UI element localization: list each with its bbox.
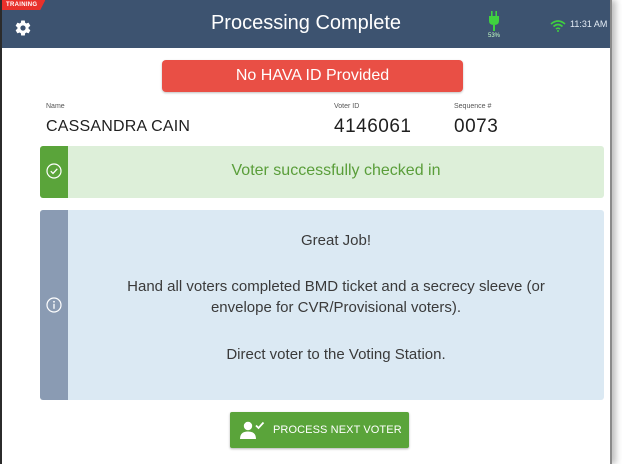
voter-id-label: Voter ID	[334, 103, 360, 110]
name-label: Name	[46, 103, 65, 110]
info-circle-icon	[46, 297, 62, 313]
info-message-card: Great Job! Hand all voters completed BMD…	[40, 210, 604, 400]
success-message: Voter successfully checked in	[231, 162, 441, 179]
hava-id-alert: No HAVA ID Provided	[162, 60, 463, 92]
battery-percent: 53%	[487, 33, 500, 39]
wifi-icon	[550, 19, 566, 32]
page-title: Processing Complete	[210, 12, 402, 34]
success-stripe	[40, 146, 68, 198]
success-message-card: Voter successfully checked in	[40, 146, 604, 198]
info-instruction-line-1: Hand all voters completed BMD ticket and…	[127, 278, 545, 295]
top-bar: TRAINING Processing Complete 53% 11:31 A…	[2, 0, 610, 48]
info-instruction-line-3: Direct voter to the Voting Station.	[226, 346, 446, 363]
info-heading: Great Job!	[300, 232, 372, 249]
app-window: TRAINING Processing Complete 53% 11:31 A…	[0, 0, 612, 464]
training-badge: TRAINING	[2, 0, 46, 10]
process-next-voter-label: PROCESS NEXT VOTER	[273, 424, 402, 436]
sequence-value: 0073	[454, 116, 499, 137]
info-instruction-line-2: envelope for CVR/Provisional voters).	[210, 299, 462, 316]
voter-id-value: 4146061	[334, 116, 412, 137]
battery-plug-icon	[489, 11, 499, 31]
check-circle-icon	[46, 163, 62, 179]
process-next-voter-button[interactable]: PROCESS NEXT VOTER	[230, 412, 409, 448]
status-time: 11:31 AM	[570, 19, 608, 29]
sequence-label: Sequence #	[454, 103, 492, 110]
battery-indicator: 53%	[482, 11, 506, 41]
user-check-icon	[240, 421, 265, 439]
info-stripe	[40, 210, 68, 400]
voter-name: CASSANDRA CAIN	[46, 118, 191, 135]
